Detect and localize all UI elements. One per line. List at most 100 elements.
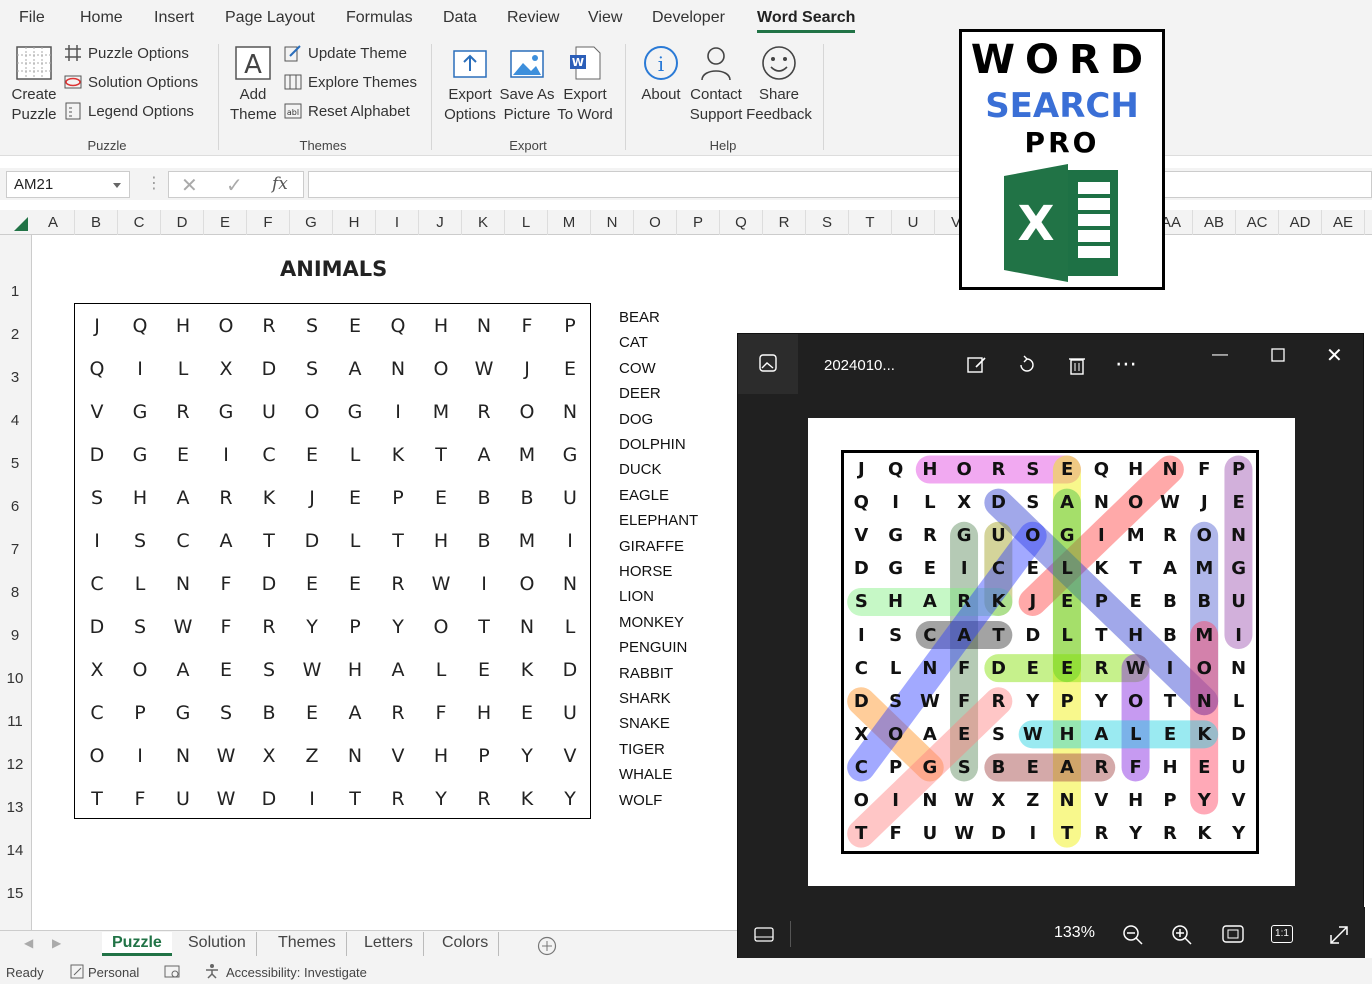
grid-letter[interactable]: N [377, 348, 419, 390]
row-header[interactable]: 2 [0, 326, 30, 343]
name-box[interactable]: AM21 [6, 171, 130, 198]
grid-letter[interactable]: O [119, 649, 161, 691]
grid-letter[interactable]: O [76, 735, 118, 777]
row-header[interactable]: 9 [0, 627, 30, 644]
column-header[interactable]: U [893, 214, 933, 231]
grid-letter[interactable]: H [420, 520, 462, 562]
more-options-icon[interactable]: ⋯ [1115, 351, 1137, 377]
grid-letter[interactable]: W [420, 563, 462, 605]
grid-letter[interactable]: D [549, 649, 591, 691]
menu-home[interactable]: Home [80, 9, 123, 27]
grid-letter[interactable]: T [463, 606, 505, 648]
grid-letter[interactable]: G [549, 434, 591, 476]
update-theme-button[interactable]: Update Theme [284, 44, 407, 62]
grid-letter[interactable]: Z [291, 735, 333, 777]
grid-letter[interactable]: T [420, 434, 462, 476]
grid-letter[interactable]: P [377, 477, 419, 519]
menu-word-search[interactable]: Word Search [757, 9, 856, 33]
menu-formulas[interactable]: Formulas [346, 9, 413, 27]
row-header[interactable]: 13 [0, 799, 30, 816]
grid-letter[interactable]: Y [377, 606, 419, 648]
grid-letter[interactable]: H [162, 305, 204, 347]
grid-letter[interactable]: X [76, 649, 118, 691]
grid-letter[interactable]: C [248, 434, 290, 476]
enter-icon[interactable]: ✓ [226, 173, 243, 198]
grid-letter[interactable]: O [420, 348, 462, 390]
cancel-icon[interactable]: ✕ [181, 173, 198, 198]
grid-letter[interactable]: A [377, 649, 419, 691]
grid-letter[interactable]: C [162, 520, 204, 562]
reset-alphabet-button[interactable]: abl Reset Alphabet [284, 102, 410, 120]
grid-letter[interactable]: U [248, 391, 290, 433]
word-list-item[interactable]: GIRAFFE [619, 538, 684, 555]
grid-letter[interactable]: I [463, 563, 505, 605]
grid-letter[interactable]: Q [119, 305, 161, 347]
grid-letter[interactable]: I [291, 778, 333, 820]
row-header[interactable]: 11 [0, 713, 30, 730]
grid-letter[interactable]: R [248, 606, 290, 648]
word-list-item[interactable]: SHARK [619, 690, 671, 707]
grid-letter[interactable]: R [162, 391, 204, 433]
contact-support-button[interactable]: Contact Support [688, 45, 744, 125]
grid-letter[interactable]: W [291, 649, 333, 691]
column-header[interactable]: AB [1194, 214, 1234, 231]
grid-letter[interactable]: T [76, 778, 118, 820]
grid-letter[interactable]: W [162, 606, 204, 648]
zoom-out-icon[interactable] [1122, 924, 1144, 946]
grid-letter[interactable]: W [205, 735, 247, 777]
word-list-item[interactable]: EAGLE [619, 487, 669, 504]
grid-letter[interactable]: M [506, 434, 548, 476]
status-accessibility[interactable]: Accessibility: Investigate [226, 965, 367, 980]
sheet-tab-puzzle[interactable]: Puzzle [102, 932, 172, 956]
filmstrip-icon[interactable] [754, 927, 774, 943]
grid-letter[interactable]: R [377, 778, 419, 820]
grid-letter[interactable]: N [549, 563, 591, 605]
column-header[interactable]: L [506, 214, 546, 231]
column-header[interactable]: S [807, 214, 847, 231]
grid-letter[interactable]: I [377, 391, 419, 433]
minimize-icon[interactable]: — [1212, 346, 1228, 364]
grid-letter[interactable]: Y [549, 778, 591, 820]
grid-letter[interactable]: J [76, 305, 118, 347]
grid-letter[interactable]: Y [506, 735, 548, 777]
sheet-tab-themes[interactable]: Themes [268, 932, 347, 956]
menu-review[interactable]: Review [507, 9, 559, 27]
grid-letter[interactable]: A [463, 434, 505, 476]
grid-letter[interactable]: T [334, 778, 376, 820]
grid-letter[interactable]: R [463, 391, 505, 433]
sheet-tab-letters[interactable]: Letters [354, 932, 424, 956]
column-header[interactable]: J [420, 214, 460, 231]
legend-options-button[interactable]: Legend Options [64, 102, 194, 120]
word-list-item[interactable]: DUCK [619, 461, 662, 478]
grid-letter[interactable]: I [76, 520, 118, 562]
about-button[interactable]: i About [638, 45, 684, 105]
grid-letter[interactable]: C [76, 563, 118, 605]
grid-letter[interactable]: O [420, 606, 462, 648]
row-header[interactable]: 10 [0, 670, 30, 687]
grid-letter[interactable]: U [549, 477, 591, 519]
grid-letter[interactable]: S [248, 649, 290, 691]
grid-letter[interactable]: U [162, 778, 204, 820]
grid-letter[interactable]: N [463, 305, 505, 347]
add-theme-button[interactable]: A Add Theme [230, 45, 277, 125]
grid-letter[interactable]: I [205, 434, 247, 476]
grid-letter[interactable]: E [162, 434, 204, 476]
grid-letter[interactable]: D [248, 348, 290, 390]
grid-letter[interactable]: N [506, 606, 548, 648]
fullscreen-icon[interactable] [1328, 924, 1350, 946]
grid-letter[interactable]: R [377, 692, 419, 734]
sheet-tab-colors[interactable]: Colors [432, 932, 500, 956]
grid-letter[interactable]: V [549, 735, 591, 777]
select-all-icon[interactable] [12, 217, 28, 231]
grid-letter[interactable]: I [119, 735, 161, 777]
row-header[interactable]: 1 [0, 283, 30, 300]
maximize-icon[interactable] [1271, 348, 1285, 362]
grid-letter[interactable]: E [506, 692, 548, 734]
word-list-item[interactable]: LION [619, 588, 654, 605]
grid-letter[interactable]: I [119, 348, 161, 390]
grid-letter[interactable]: W [205, 778, 247, 820]
grid-letter[interactable]: H [420, 305, 462, 347]
grid-letter[interactable]: K [377, 434, 419, 476]
grid-letter[interactable]: B [463, 520, 505, 562]
word-list-item[interactable]: SNAKE [619, 715, 670, 732]
